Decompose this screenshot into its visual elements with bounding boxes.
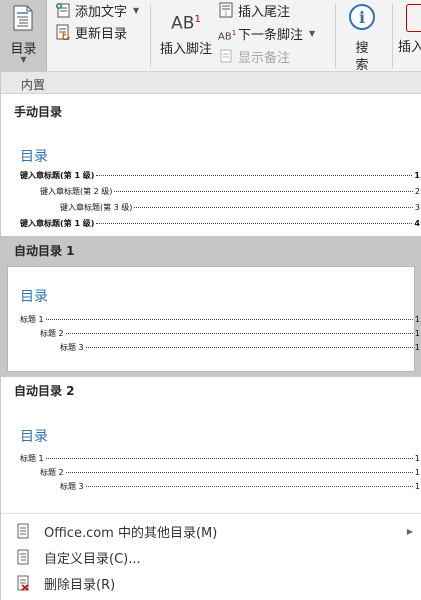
auto-toc-2-title: 自动目录 2 bbox=[14, 384, 75, 398]
search-label: 搜索 bbox=[355, 41, 369, 73]
insert-label: 插入 bbox=[398, 40, 421, 55]
toc-line: 标题 11 bbox=[20, 315, 420, 324]
chevron-right-icon: ▶ bbox=[406, 526, 413, 536]
update-toc-label: 更新目录 bbox=[75, 26, 128, 42]
show-notes-label: 显示备注 bbox=[238, 50, 291, 66]
chevron-down-icon: ▼ bbox=[20, 55, 27, 64]
endnote-icon: i bbox=[219, 2, 233, 18]
remove-toc-label: 删除目录(R) bbox=[44, 577, 116, 593]
toc-line: 标题 21 bbox=[40, 329, 420, 338]
more-toc-menu-item[interactable]: Office.com 中的其他目录(M) ▶ bbox=[1, 520, 421, 542]
section-header: 内置 bbox=[1, 72, 421, 94]
auto-toc-1-preview-title: 目录 bbox=[20, 289, 48, 305]
show-notes-button[interactable]: 显示备注 bbox=[218, 46, 290, 66]
insert-button-partial[interactable]: 插入 bbox=[398, 0, 421, 55]
insert-icon bbox=[406, 4, 421, 32]
insert-endnote-label: 插入尾注 bbox=[238, 4, 291, 20]
info-icon: i bbox=[349, 4, 375, 30]
toc-line: 标题 31 bbox=[60, 482, 420, 491]
update-toc-icon bbox=[56, 24, 70, 40]
menu-divider bbox=[1, 513, 421, 514]
toc-line: 键入章标题(第 1 级) 1 bbox=[20, 171, 420, 180]
custom-toc-menu-item[interactable]: 自定义目录(C)... bbox=[1, 546, 421, 568]
update-toc-button[interactable]: 更新目录 bbox=[55, 22, 127, 42]
custom-toc-icon bbox=[17, 549, 29, 565]
remove-toc-icon bbox=[17, 575, 29, 591]
table-of-contents-icon bbox=[13, 5, 33, 31]
svg-text:i: i bbox=[225, 10, 227, 18]
ribbon: 目录 ▼ 添加文字 ▼ 更新目录 AB1 插入脚注 i 插入尾注 AB1 下一条… bbox=[0, 0, 421, 74]
remove-toc-menu-item[interactable]: 删除目录(R) bbox=[1, 572, 421, 594]
custom-toc-label: 自定义目录(C)... bbox=[44, 551, 141, 567]
toc-line: 标题 21 bbox=[40, 468, 420, 477]
group-separator bbox=[150, 4, 151, 68]
toc-line: 标题 11 bbox=[20, 454, 420, 463]
add-text-label: 添加文字 bbox=[75, 4, 128, 20]
auto-toc-2-preview-title: 目录 bbox=[20, 429, 48, 445]
document-icon bbox=[17, 523, 29, 539]
show-notes-icon bbox=[220, 49, 232, 63]
insert-footnote-button[interactable]: AB1 插入脚注 bbox=[160, 6, 212, 57]
toc-line: 键入章标题(第 1 级) 4 bbox=[20, 219, 420, 228]
auto-toc-1-title: 自动目录 1 bbox=[14, 244, 75, 258]
manual-toc-title: 手动目录 bbox=[14, 105, 63, 119]
toc-line: 键入章标题(第 3 级) 3 bbox=[60, 203, 420, 212]
more-toc-label: Office.com 中的其他目录(M) bbox=[44, 525, 218, 541]
footnote-icon: AB1 bbox=[171, 13, 201, 34]
chevron-down-icon: ▼ bbox=[309, 28, 316, 38]
search-button[interactable]: i 搜索 bbox=[342, 0, 382, 74]
svg-text:i: i bbox=[359, 8, 365, 27]
manual-toc-preview-title: 目录 bbox=[20, 149, 48, 165]
insert-footnote-label: 插入脚注 bbox=[160, 42, 213, 57]
chevron-down-icon: ▼ bbox=[133, 5, 140, 15]
add-text-button[interactable]: 添加文字 ▼ bbox=[55, 0, 139, 20]
toc-line: 标题 31 bbox=[60, 343, 420, 352]
next-footnote-icon: AB1 bbox=[218, 29, 237, 43]
group-separator bbox=[335, 4, 336, 68]
add-text-icon bbox=[56, 3, 70, 18]
toc-button[interactable]: 目录 ▼ bbox=[0, 0, 47, 72]
insert-endnote-button[interactable]: i 插入尾注 bbox=[218, 0, 290, 20]
toc-gallery: 内置 手动目录 目录 键入章标题(第 1 级) 1 键入章标题(第 2 级) 2 键… bbox=[0, 72, 421, 600]
group-separator bbox=[392, 4, 393, 68]
next-footnote-button[interactable]: AB1 下一条脚注 ▼ bbox=[218, 23, 315, 43]
toc-line: 键入章标题(第 2 级) 2 bbox=[40, 187, 420, 196]
next-footnote-label: 下一条脚注 bbox=[238, 27, 304, 43]
